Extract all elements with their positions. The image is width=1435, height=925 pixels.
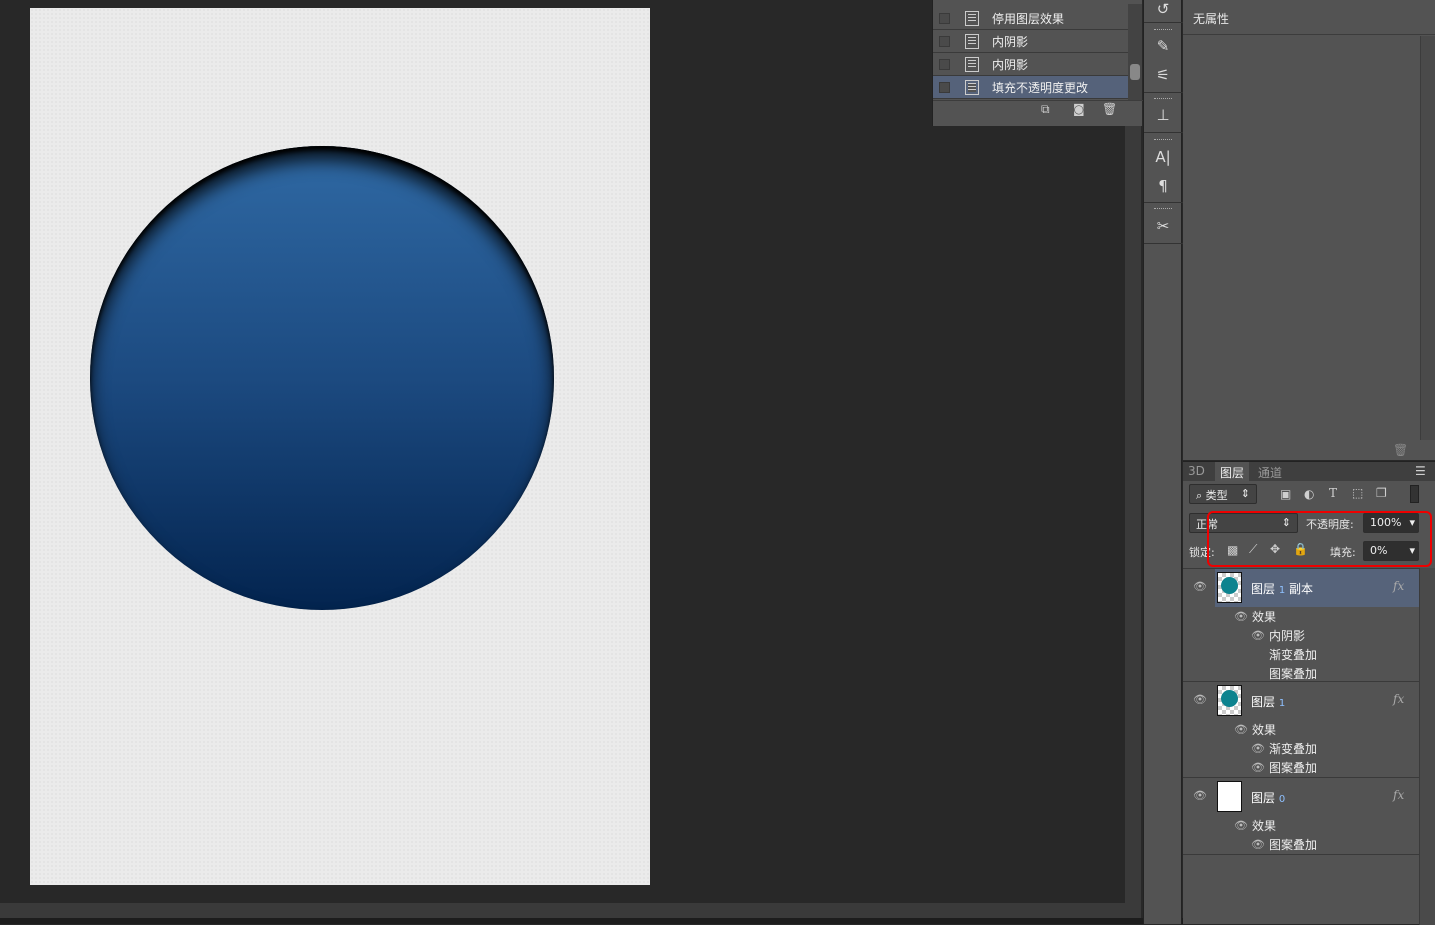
layer-row[interactable]: 👁 图层 1 fx 👁 效果 👁 渐变叠加 👁 图案叠加 — [1183, 682, 1429, 778]
tab-channels[interactable]: 通道 — [1253, 462, 1287, 481]
effects-label: 效果 — [1252, 819, 1277, 833]
properties-panel: 无属性 🗑 — [1183, 0, 1435, 460]
clone-source-icon[interactable]: ⊥ — [1152, 106, 1174, 124]
visibility-eye-icon[interactable]: 👁 — [1251, 629, 1265, 642]
snapshot-checkbox[interactable] — [939, 12, 950, 24]
tool-presets-icon[interactable]: ✂ — [1152, 217, 1174, 235]
effect-item[interactable]: 渐变叠加 — [1269, 646, 1317, 663]
shape-filter-icon[interactable]: ⬚ — [1352, 486, 1363, 500]
visibility-eye-icon[interactable]: 👁 — [1234, 610, 1248, 623]
camera-icon[interactable]: ◙ — [1073, 102, 1085, 116]
layer-row[interactable]: 👁 图层 0 fx 👁 效果 👁 图案叠加 — [1183, 778, 1429, 855]
new-document-from-state-icon[interactable]: ⧉ — [1041, 102, 1050, 117]
fx-icon[interactable]: fx — [1393, 788, 1404, 802]
history-item[interactable]: 内阴影 — [933, 53, 1128, 76]
layers-scrollbar[interactable] — [1419, 568, 1435, 925]
tab-3d[interactable]: 3D — [1183, 462, 1210, 481]
layer-name[interactable]: 图层 0 — [1251, 789, 1285, 806]
type-filter-icon[interactable]: T — [1329, 486, 1337, 500]
snapshot-checkbox[interactable] — [939, 81, 950, 93]
visibility-eye-icon[interactable]: 👁 — [1193, 693, 1207, 706]
layer-thumbnail — [1217, 781, 1242, 812]
snapshot-checkbox[interactable] — [939, 35, 950, 47]
visibility-eye-icon[interactable]: 👁 — [1251, 838, 1265, 851]
blue-circle-artwork — [90, 146, 554, 610]
document-icon — [965, 10, 979, 26]
panel-dock-toolbar: ↺ ✎ ⚟ ⊥ A| ¶ ✂ — [1143, 0, 1183, 924]
filter-toggle[interactable] — [1410, 485, 1419, 503]
history-panel: 停用图层效果 内阴影 内阴影 填充不透明度更改 ⧉ ◙ 🗑 — [932, 0, 1143, 126]
filter-label: 类型 — [1205, 489, 1228, 502]
history-scrollbar[interactable] — [1128, 4, 1142, 100]
history-panel-icon[interactable]: ↺ — [1152, 0, 1174, 18]
document-icon — [965, 33, 979, 49]
visibility-eye-icon[interactable]: 👁 — [1193, 789, 1207, 802]
visibility-eye-icon[interactable]: 👁 — [1193, 580, 1207, 593]
brush-settings-icon[interactable]: ⚟ — [1152, 66, 1174, 84]
effect-item[interactable]: 图案叠加 — [1269, 759, 1317, 776]
layer-row[interactable]: 👁 图层 1 副本 fx 👁 效果 👁 内阴影 渐变叠加 图案叠加 — [1183, 568, 1429, 682]
history-item[interactable]: 停用图层效果 — [933, 7, 1128, 30]
history-item-label: 内阴影 — [992, 57, 1029, 72]
highlight-annotation-box — [1207, 511, 1432, 567]
fx-icon[interactable]: fx — [1393, 692, 1404, 706]
layer-name[interactable]: 图层 1 副本 — [1251, 580, 1313, 597]
snapshot-checkbox[interactable] — [939, 58, 950, 70]
visibility-eye-icon[interactable]: 👁 — [1234, 723, 1248, 736]
trash-icon[interactable]: 🗑 — [1393, 443, 1408, 457]
visibility-eye-icon[interactable]: 👁 — [1251, 742, 1265, 755]
adjustment-filter-icon[interactable]: ◐ — [1304, 487, 1314, 501]
fx-icon[interactable]: fx — [1393, 579, 1404, 593]
pixel-filter-icon[interactable]: ▣ — [1280, 487, 1291, 501]
effect-item[interactable]: 内阴影 — [1269, 627, 1305, 644]
history-item-label: 填充不透明度更改 — [992, 80, 1089, 95]
effects-label: 效果 — [1252, 723, 1277, 737]
paragraph-icon[interactable]: ¶ — [1152, 177, 1174, 195]
properties-scrollbar[interactable] — [1420, 36, 1435, 440]
effect-item[interactable]: 渐变叠加 — [1269, 740, 1317, 757]
smart-object-filter-icon[interactable]: ❐ — [1376, 486, 1387, 500]
effect-item[interactable]: 图案叠加 — [1269, 665, 1317, 682]
filter-type-select[interactable]: ⌕ 类型 ⇕ — [1189, 484, 1257, 504]
document-icon — [965, 56, 979, 72]
visibility-eye-icon[interactable]: 👁 — [1251, 761, 1265, 774]
layer-name[interactable]: 图层 1 — [1251, 693, 1285, 710]
canvas-horizontal-scrollbar[interactable] — [0, 903, 1141, 918]
trash-icon[interactable]: 🗑 — [1102, 102, 1117, 116]
character-icon[interactable]: A| — [1152, 148, 1174, 166]
history-item[interactable]: 内阴影 — [933, 30, 1128, 53]
history-item-label: 停用图层效果 — [992, 11, 1065, 26]
tab-layers[interactable]: 图层 — [1215, 462, 1250, 481]
layer-thumbnail — [1217, 572, 1242, 603]
history-scroll-thumb[interactable] — [1130, 64, 1140, 80]
layer-thumbnail — [1217, 685, 1242, 716]
history-item-label: 内阴影 — [992, 34, 1029, 49]
history-item-selected[interactable]: 填充不透明度更改 — [933, 76, 1128, 99]
effect-item[interactable]: 图案叠加 — [1269, 836, 1317, 853]
effects-label: 效果 — [1252, 610, 1277, 624]
brush-presets-icon[interactable]: ✎ — [1152, 37, 1174, 55]
visibility-eye-icon[interactable]: 👁 — [1234, 819, 1248, 832]
properties-title: 无属性 — [1183, 0, 1435, 35]
document-icon — [965, 79, 979, 95]
panel-menu-icon[interactable]: ☰ — [1415, 464, 1426, 478]
canvas-vertical-scrollbar[interactable] — [1125, 0, 1141, 905]
history-footer: ⧉ ◙ 🗑 — [933, 100, 1143, 118]
